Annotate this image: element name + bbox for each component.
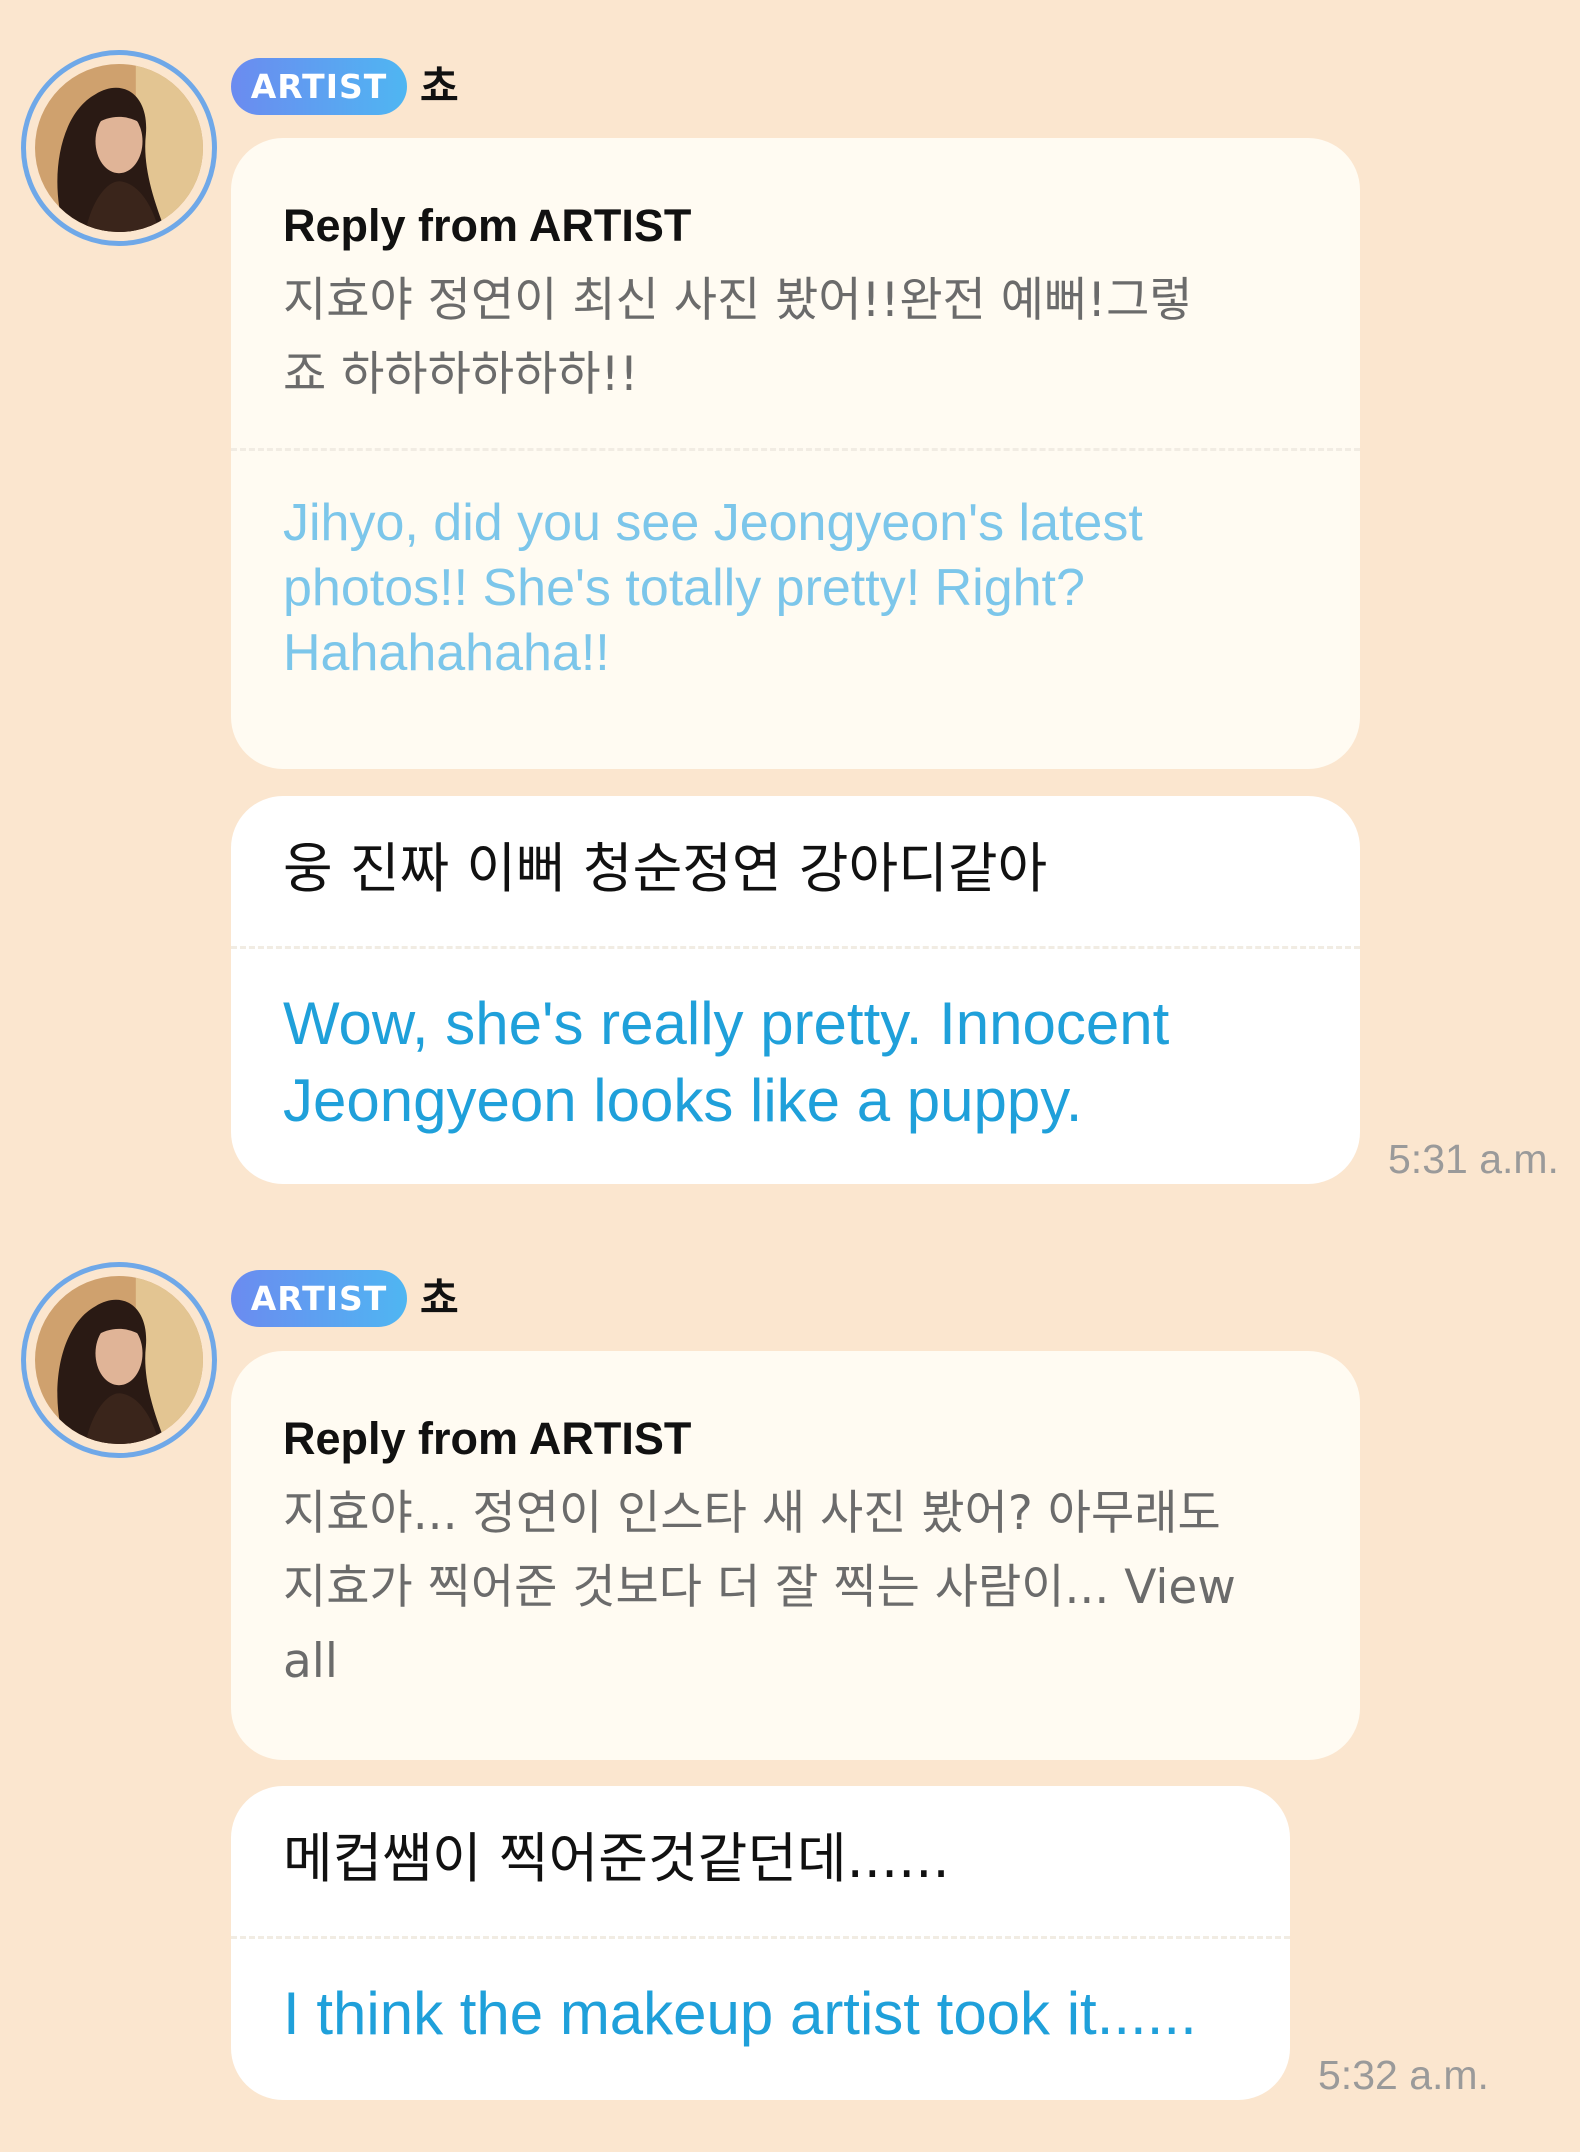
reply-original-text: 지효야... 정연이 인스타 새 사진 봤어? 아무래도 지효가 찍어준 것보다… bbox=[283, 1477, 1308, 1699]
reply-bubble[interactable]: Reply from ARTIST 지효야... 정연이 인스타 새 사진 봤어… bbox=[231, 1351, 1360, 1760]
artist-avatar[interactable] bbox=[21, 1262, 217, 1458]
reply-original-line-2: 죠 하하하하하하!! bbox=[283, 347, 639, 402]
reply-translation-text: Jihyo, did you see Jeongyeon's latest ph… bbox=[283, 491, 1308, 686]
message-original-text: 웅 진짜 이뻐 청순정연 강아디같아 bbox=[283, 837, 1048, 900]
reply-original-line-1: 지효야... 정연이 인스타 새 사진 봤어? 아무래도 bbox=[283, 1486, 1221, 1541]
message-original-text: 메컵쌤이 찍어준것같던데...... bbox=[283, 1827, 950, 1890]
artist-name[interactable]: 쵸 bbox=[420, 58, 459, 115]
message-translation-line-1: Wow, she's really pretty. Innocent bbox=[283, 990, 1170, 1057]
message-bubble[interactable]: 메컵쌤이 찍어준것같던데...... I think the makeup ar… bbox=[231, 1786, 1290, 2100]
reply-bubble[interactable]: Reply from ARTIST 지효야 정연이 최신 사진 봤어!!완전 예… bbox=[231, 138, 1360, 769]
reply-original-line-1: 지효야 정연이 최신 사진 봤어!!완전 예뻐!그렇 bbox=[283, 273, 1193, 328]
artist-avatar[interactable] bbox=[21, 50, 217, 246]
artist-badge-label: ARTIST bbox=[250, 1279, 388, 1318]
message-translation-line-2: Jeongyeon looks like a puppy. bbox=[283, 1067, 1083, 1134]
avatar-photo-icon bbox=[35, 1276, 203, 1444]
message-translation-text: Wow, she's really pretty. Innocent Jeong… bbox=[283, 985, 1308, 1139]
reply-title: Reply from ARTIST bbox=[283, 1413, 692, 1464]
view-all-link[interactable]: View bbox=[1124, 1560, 1236, 1615]
artist-badge-label: ARTIST bbox=[250, 67, 388, 106]
reply-original-line-3[interactable]: all bbox=[283, 1625, 1308, 1699]
reply-original-line-2: 지효가 찍어준 것보다 더 잘 찍는 사람이... View bbox=[283, 1560, 1236, 1615]
reply-translation-line-1: Jihyo, did you see Jeongyeon's latest bbox=[283, 494, 1143, 552]
message-timestamp: 5:31 a.m. bbox=[1388, 1136, 1559, 1182]
message-bubble[interactable]: 웅 진짜 이뻐 청순정연 강아디같아 Wow, she's really pre… bbox=[231, 796, 1360, 1184]
artist-name[interactable]: 쵸 bbox=[420, 1270, 459, 1327]
reply-original-text: 지효야 정연이 최신 사진 봤어!!완전 예뻐!그렇 죠 하하하하하하!! bbox=[283, 264, 1308, 412]
reply-title: Reply from ARTIST bbox=[283, 200, 692, 251]
avatar-photo-icon bbox=[35, 64, 203, 232]
message-translation-text: I think the makeup artist took it...... bbox=[283, 1980, 1197, 2047]
artist-badge: ARTIST bbox=[231, 1270, 407, 1327]
reply-translation-line-3: Hahahahaha!! bbox=[283, 624, 610, 682]
reply-translation-line-2: photos!! She's totally pretty! Right? bbox=[283, 559, 1085, 617]
message-timestamp: 5:32 a.m. bbox=[1318, 2052, 1489, 2098]
artist-badge: ARTIST bbox=[231, 58, 407, 115]
